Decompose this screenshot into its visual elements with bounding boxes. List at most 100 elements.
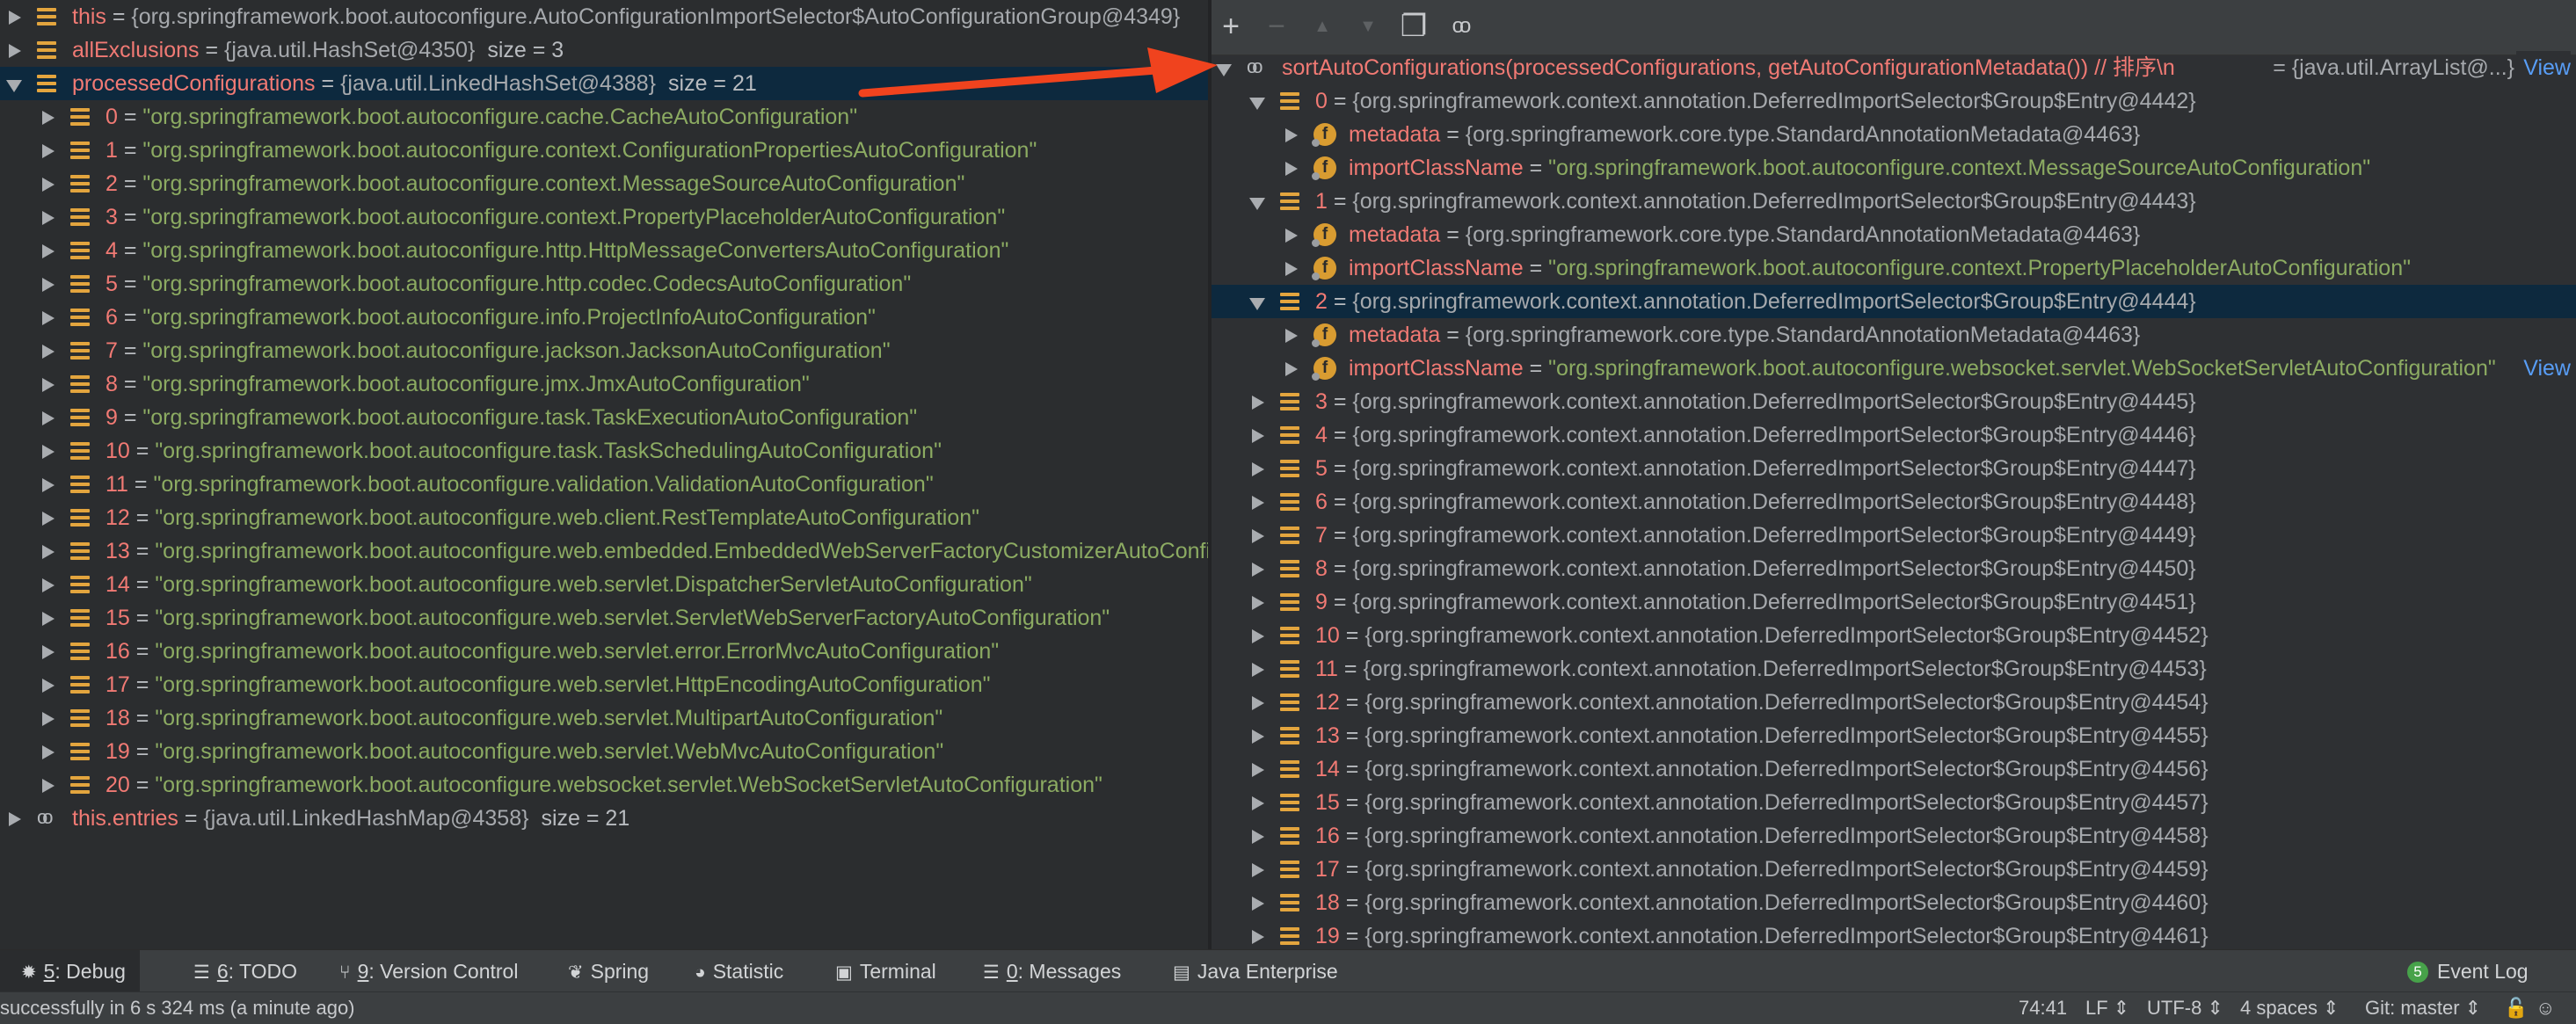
expand-arrow-icon[interactable] (39, 334, 56, 367)
tree-row[interactable]: 19 = "org.springframework.boot.autoconfi… (0, 735, 1208, 768)
expand-arrow-icon[interactable] (39, 267, 56, 301)
expand-arrow-icon[interactable] (1248, 452, 1266, 485)
expand-arrow-icon[interactable] (1248, 786, 1266, 819)
tree-row[interactable]: 20 = "org.springframework.boot.autoconfi… (0, 768, 1208, 802)
expand-arrow-icon[interactable] (1248, 385, 1266, 418)
tree-row[interactable]: oo this.entries = {java.util.LinkedHashMa… (0, 802, 1208, 835)
tree-row[interactable]: 3 = "org.springframework.boot.autoconfig… (0, 200, 1208, 234)
tree-row[interactable]: 8 = {org.springframework.context.annotat… (1212, 552, 2576, 585)
caret-position[interactable]: 74:41 (2019, 992, 2067, 1024)
tree-row[interactable]: allExclusions = {java.util.HashSet@4350}… (0, 33, 1208, 67)
expand-arrow-icon[interactable] (1248, 552, 1266, 585)
expand-arrow-icon[interactable] (1248, 485, 1266, 519)
tree-row[interactable]: 17 = {org.springframework.context.annota… (1212, 853, 2576, 886)
expand-arrow-icon[interactable] (39, 501, 56, 534)
expand-arrow-icon[interactable] (39, 601, 56, 635)
expand-arrow-icon[interactable] (1248, 919, 1266, 949)
tree-row[interactable]: 6 = {org.springframework.context.annotat… (1212, 485, 2576, 519)
tree-row[interactable]: 7 = {org.springframework.context.annotat… (1212, 519, 2576, 552)
tree-row[interactable]: f importClassName = "org.springframework.… (1212, 352, 2576, 385)
tree-row[interactable]: f importClassName = "org.springframework.… (1212, 151, 2576, 185)
tool-window-java-enterprise[interactable]: ▤ Java Enterprise (1152, 950, 1352, 992)
expand-arrow-icon[interactable] (39, 434, 56, 468)
expand-arrow-icon[interactable] (39, 735, 56, 768)
tool-window-messages[interactable]: ☰ 0: Messages (962, 950, 1135, 992)
event-log-button[interactable]: 5 Event Log (2407, 950, 2529, 992)
expand-arrow-icon[interactable] (1248, 853, 1266, 886)
tool-window-todo[interactable]: ☰ 6: TODO (172, 950, 311, 992)
expand-arrow-icon[interactable] (1282, 218, 1299, 251)
expand-arrow-icon[interactable] (1248, 752, 1266, 786)
tool-window-version-control[interactable]: ⑂ 9: Version Control (318, 950, 532, 992)
tree-row[interactable]: 1 = {org.springframework.context.annotat… (1212, 185, 2576, 218)
copy-watch-button[interactable]: ❐ (1398, 11, 1430, 42)
tree-row[interactable]: 6 = "org.springframework.boot.autoconfig… (0, 301, 1208, 334)
tree-row[interactable]: 11 = {org.springframework.context.annota… (1212, 652, 2576, 686)
expand-arrow-icon[interactable] (1248, 719, 1266, 752)
move-up-button[interactable]: ▲ (1306, 11, 1338, 42)
encoding-widget[interactable]: UTF-8 ⇕ (2147, 992, 2223, 1024)
view-link[interactable]: View (2516, 352, 2571, 385)
tree-row[interactable]: 14 = "org.springframework.boot.autoconfi… (0, 568, 1208, 601)
expand-arrow-icon[interactable] (5, 0, 23, 33)
tree-row[interactable]: 5 = "org.springframework.boot.autoconfig… (0, 267, 1208, 301)
tree-row[interactable]: 16 = {org.springframework.context.annota… (1212, 819, 2576, 853)
tree-row[interactable]: processedConfigurations = {java.util.Lin… (0, 67, 1208, 100)
view-link[interactable]: View (2516, 51, 2571, 84)
expand-arrow-icon[interactable] (39, 134, 56, 167)
show-watches-button[interactable]: oo (1444, 11, 1475, 42)
line-separator-widget[interactable]: LF ⇕ (2085, 992, 2129, 1024)
expand-arrow-icon[interactable] (1248, 619, 1266, 652)
tree-row[interactable]: 18 = {org.springframework.context.annota… (1212, 886, 2576, 919)
tool-window-statistic[interactable]: ◕ Statistic (673, 950, 797, 992)
move-down-button[interactable]: ▼ (1352, 11, 1384, 42)
tree-row[interactable]: 3 = {org.springframework.context.annotat… (1212, 385, 2576, 418)
tree-row[interactable]: this = {org.springframework.boot.autocon… (0, 0, 1208, 33)
expand-arrow-icon[interactable] (39, 401, 56, 434)
collapse-arrow-icon[interactable] (1248, 185, 1266, 218)
expand-arrow-icon[interactable] (39, 167, 56, 200)
tree-row[interactable]: 9 = "org.springframework.boot.autoconfig… (0, 401, 1208, 434)
tree-row[interactable]: 5 = {org.springframework.context.annotat… (1212, 452, 2576, 485)
remove-watch-button[interactable]: − (1261, 11, 1292, 42)
expand-arrow-icon[interactable] (39, 568, 56, 601)
expand-arrow-icon[interactable] (1248, 652, 1266, 686)
collapse-arrow-icon[interactable] (1248, 285, 1266, 318)
expand-arrow-icon[interactable] (1282, 318, 1299, 352)
tree-row[interactable]: 4 = "org.springframework.boot.autoconfig… (0, 234, 1208, 267)
tree-row[interactable]: 0 = "org.springframework.boot.autoconfig… (0, 100, 1208, 134)
tree-row[interactable]: 15 = {org.springframework.context.annota… (1212, 786, 2576, 819)
expand-arrow-icon[interactable] (39, 534, 56, 568)
tree-row[interactable]: 0 = {org.springframework.context.annotat… (1212, 84, 2576, 118)
expand-arrow-icon[interactable] (1248, 519, 1266, 552)
expand-arrow-icon[interactable] (1248, 686, 1266, 719)
collapse-arrow-icon[interactable] (1248, 84, 1266, 118)
expand-arrow-icon[interactable] (39, 301, 56, 334)
expand-arrow-icon[interactable] (39, 200, 56, 234)
expand-arrow-icon[interactable] (39, 701, 56, 735)
expand-arrow-icon[interactable] (1248, 819, 1266, 853)
expand-arrow-icon[interactable] (1282, 352, 1299, 385)
tree-row[interactable]: 16 = "org.springframework.boot.autoconfi… (0, 635, 1208, 668)
tree-row[interactable]: 19 = {org.springframework.context.annota… (1212, 919, 2576, 949)
tree-row[interactable]: 1 = "org.springframework.boot.autoconfig… (0, 134, 1208, 167)
collapse-arrow-icon[interactable] (1215, 51, 1233, 84)
tree-row[interactable]: f metadata = {org.springframework.core.ty… (1212, 118, 2576, 151)
tree-row[interactable]: 2 = {org.springframework.context.annotat… (1212, 285, 2576, 318)
tool-window-terminal[interactable]: ▣ Terminal (814, 950, 950, 992)
memory-indicator-icon[interactable]: ☺ (2536, 992, 2555, 1024)
expand-arrow-icon[interactable] (5, 33, 23, 67)
tree-row[interactable]: 11 = "org.springframework.boot.autoconfi… (0, 468, 1208, 501)
tree-row[interactable]: 13 = "org.springframework.boot.autoconfi… (0, 534, 1208, 568)
expand-arrow-icon[interactable] (1282, 118, 1299, 151)
tree-row[interactable]: 13 = {org.springframework.context.annota… (1212, 719, 2576, 752)
expand-arrow-icon[interactable] (39, 234, 56, 267)
tree-row[interactable]: 14 = {org.springframework.context.annota… (1212, 752, 2576, 786)
expand-arrow-icon[interactable] (5, 802, 23, 835)
tree-row[interactable]: f importClassName = "org.springframework.… (1212, 251, 2576, 285)
expand-arrow-icon[interactable] (39, 768, 56, 802)
tree-row[interactable]: oo sortAutoConfigurations(processedConfig… (1212, 51, 2576, 84)
tree-row[interactable]: 17 = "org.springframework.boot.autoconfi… (0, 668, 1208, 701)
expand-arrow-icon[interactable] (39, 468, 56, 501)
tree-row[interactable]: 4 = {org.springframework.context.annotat… (1212, 418, 2576, 452)
